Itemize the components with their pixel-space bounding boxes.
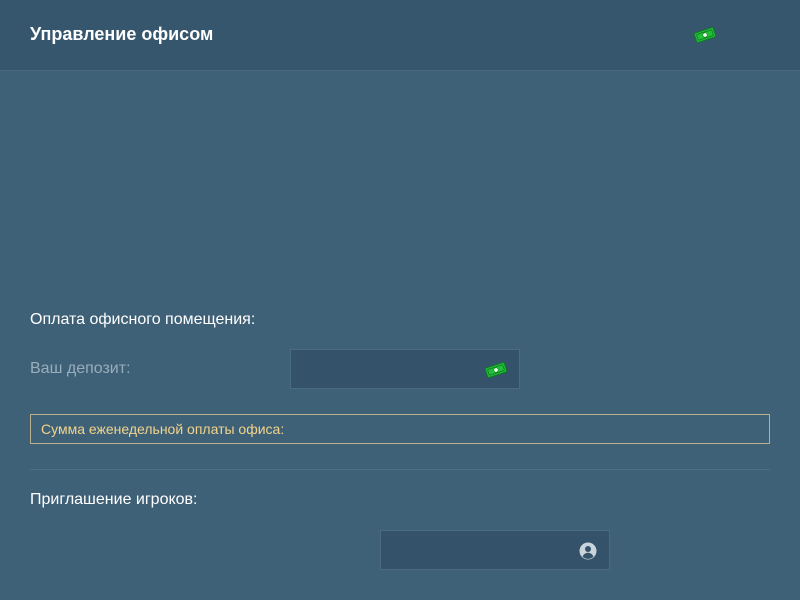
section-divider [30, 469, 770, 470]
user-circle-icon [579, 542, 597, 560]
deposit-label: Ваш депозит: [30, 360, 131, 377]
invite-players-label: Приглашение игроков: [30, 491, 198, 508]
page-title: Управление офисом [30, 24, 214, 44]
deposit-field[interactable] [290, 349, 520, 389]
office-payment-label: Оплата офисного помещения: [30, 311, 256, 328]
player-invite-field[interactable] [380, 530, 610, 570]
weekly-payment-notice: Сумма еженедельной оплаты офиса: [30, 414, 770, 444]
money-bill-icon [484, 362, 508, 378]
money-bill-icon [693, 27, 717, 43]
header-bar: Управление офисом [0, 0, 800, 71]
player-invite-input[interactable] [381, 531, 609, 569]
office-management-content: Оплата офисного помещения: Ваш депозит: … [0, 71, 800, 600]
